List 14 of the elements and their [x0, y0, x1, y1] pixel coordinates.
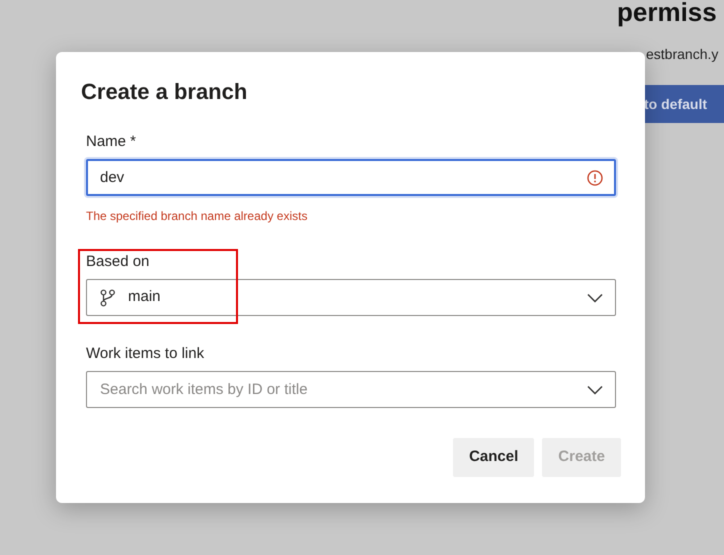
dialog-title: Create a branch — [81, 78, 248, 106]
error-message: The specified branch name already exists — [86, 208, 308, 225]
chevron-down-icon — [587, 384, 603, 394]
field-label: Based on — [86, 252, 150, 272]
page-heading: permiss — [617, 0, 717, 26]
dialog-button[interactable]: Cancel — [453, 438, 534, 477]
branch-dropdown[interactable]: main — [86, 279, 616, 316]
branch-icon — [100, 288, 116, 306]
chevron-down-icon — [587, 292, 603, 302]
name-field[interactable]: dev — [86, 159, 616, 196]
field-label: Name * — [86, 132, 136, 152]
field-label: Work items to link — [86, 344, 204, 364]
work-items-field[interactable]: Search work items by ID or title — [86, 371, 616, 408]
description-text: estbranch.y — [646, 45, 718, 64]
